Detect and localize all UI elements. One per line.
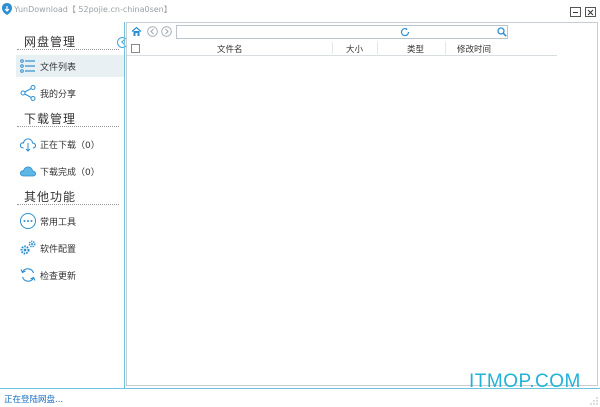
column-header-modified[interactable]: 修改时间	[457, 43, 491, 55]
sidebar-item-label: 常用工具	[40, 218, 77, 228]
forward-icon[interactable]	[161, 26, 172, 37]
cloud-download-icon	[19, 138, 37, 152]
column-header-type[interactable]: 类型	[407, 43, 424, 55]
search-icon[interactable]	[497, 27, 507, 37]
section-divider	[17, 204, 119, 205]
sidebar-item-label: 检查更新	[40, 272, 77, 282]
home-icon[interactable]	[131, 26, 142, 37]
watermark: ITMOP.COM	[469, 371, 581, 392]
section-divider	[17, 49, 119, 50]
file-list[interactable]	[127, 57, 597, 385]
select-all-checkbox[interactable]	[131, 44, 140, 53]
refresh-icon	[20, 268, 36, 282]
toolbar	[127, 23, 597, 40]
sidebar-item-downloading[interactable]: 正在下载（0）	[16, 133, 124, 155]
section-divider	[17, 126, 119, 127]
window-title: YunDownload【 52pojie.cn-china0sen】	[14, 5, 172, 14]
sidebar-item-label: 我的分享	[40, 90, 77, 100]
sidebar-item-download-complete[interactable]: 下载完成（0）	[16, 160, 124, 182]
sidebar-item-label: 下载完成（0）	[40, 168, 100, 178]
file-browser: 文件名 大小 类型 修改时间	[126, 22, 598, 386]
close-button[interactable]	[585, 7, 596, 17]
title-bar: YunDownload【 52pojie.cn-china0sen】	[0, 0, 600, 22]
sidebar-item-file-list[interactable]: 文件列表	[16, 55, 124, 77]
sidebar-divider	[124, 22, 125, 388]
column-separator	[445, 42, 446, 54]
section-title-other: 其他功能	[24, 190, 77, 204]
app-logo-icon	[2, 3, 12, 15]
sidebar-item-label: 文件列表	[40, 63, 77, 73]
more-icon	[20, 213, 36, 229]
section-title-cloud: 网盘管理	[24, 35, 77, 49]
sidebar-item-check-update[interactable]: 检查更新	[16, 264, 124, 286]
sidebar-item-label: 软件配置	[40, 245, 77, 255]
share-icon	[20, 85, 36, 101]
column-separator	[332, 42, 333, 54]
column-separator	[377, 42, 378, 54]
column-header-size[interactable]: 大小	[346, 43, 363, 55]
sidebar-item-common-tools[interactable]: 常用工具	[16, 210, 124, 232]
gear-icon	[20, 240, 36, 255]
sidebar-item-my-share[interactable]: 我的分享	[16, 82, 124, 104]
sidebar: 网盘管理 文件列表 我的分享 下载管理 正在下载（0） 下载完成（0） 其他功能…	[0, 22, 124, 386]
column-header-name[interactable]: 文件名	[217, 43, 243, 55]
list-icon	[20, 59, 35, 73]
file-list-header: 文件名 大小 类型 修改时间	[127, 41, 557, 56]
resize-grip-icon[interactable]	[590, 397, 598, 405]
sidebar-item-settings[interactable]: 软件配置	[16, 237, 124, 259]
sidebar-item-label: 正在下载（0）	[40, 141, 100, 151]
minimize-button[interactable]	[570, 7, 581, 17]
refresh-icon[interactable]	[400, 27, 410, 37]
back-icon[interactable]	[147, 26, 158, 37]
cloud-done-icon	[19, 166, 36, 177]
path-input[interactable]	[176, 25, 508, 39]
section-title-download: 下载管理	[24, 112, 77, 126]
status-text: 正在登陆网盘...	[4, 395, 64, 405]
